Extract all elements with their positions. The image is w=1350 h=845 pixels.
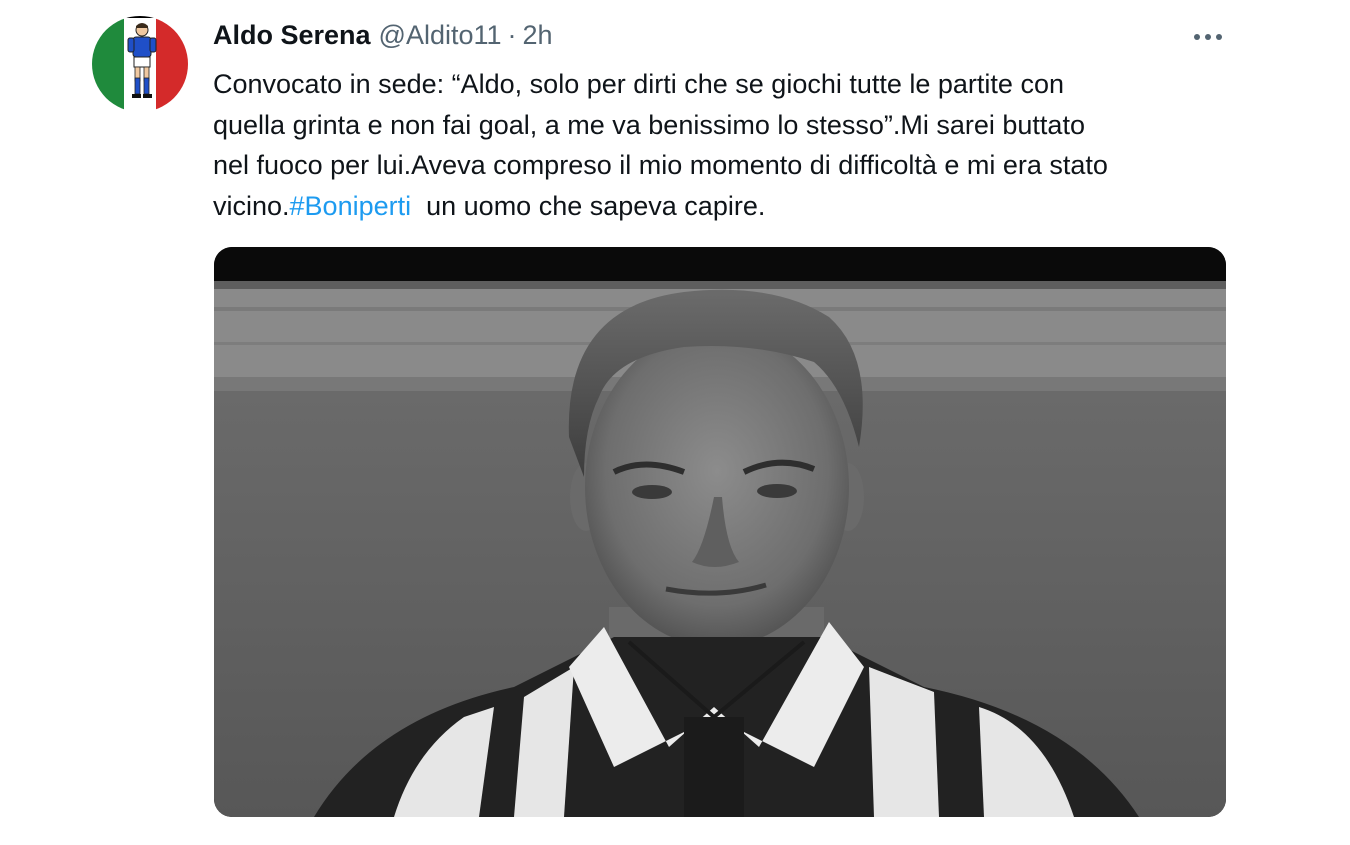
tweet-timestamp[interactable]: 2h [523, 20, 553, 51]
portrait-photo [214, 247, 1226, 817]
more-dots-icon [1194, 34, 1222, 40]
tweet-header: Aldo Serena @Aldito11 · 2h [213, 20, 553, 56]
tweet-text-line: quella grinta e non fai goal, a me va be… [213, 109, 1085, 140]
tweet-text-line: vicino.#Boniperti un uomo che sapeva cap… [213, 186, 1243, 227]
avatar[interactable] [92, 16, 188, 112]
tweet-text-segment: un uomo che sapeva capire. [411, 190, 766, 221]
author-name[interactable]: Aldo Serena [213, 20, 371, 51]
more-options-button[interactable] [1190, 24, 1226, 50]
separator: · [507, 20, 517, 50]
tweet-text-line: Convocato in sede: “Aldo, solo per dirti… [213, 69, 1064, 99]
hashtag-link[interactable]: #Boniperti [290, 191, 412, 221]
tweet-text-line: nel fuoco per lui.Aveva compreso il mio … [213, 150, 1108, 180]
author-handle[interactable]: @Aldito11 [379, 20, 502, 51]
avatar-image [92, 16, 188, 112]
tweet[interactable]: Aldo Serena @Aldito11 · 2h Convocato in … [0, 0, 1350, 845]
tweet-media-photo[interactable] [214, 247, 1226, 817]
tweet-text-segment: vicino. [213, 190, 290, 221]
tweet-text: Convocato in sede: “Aldo, solo per dirti… [213, 64, 1243, 226]
